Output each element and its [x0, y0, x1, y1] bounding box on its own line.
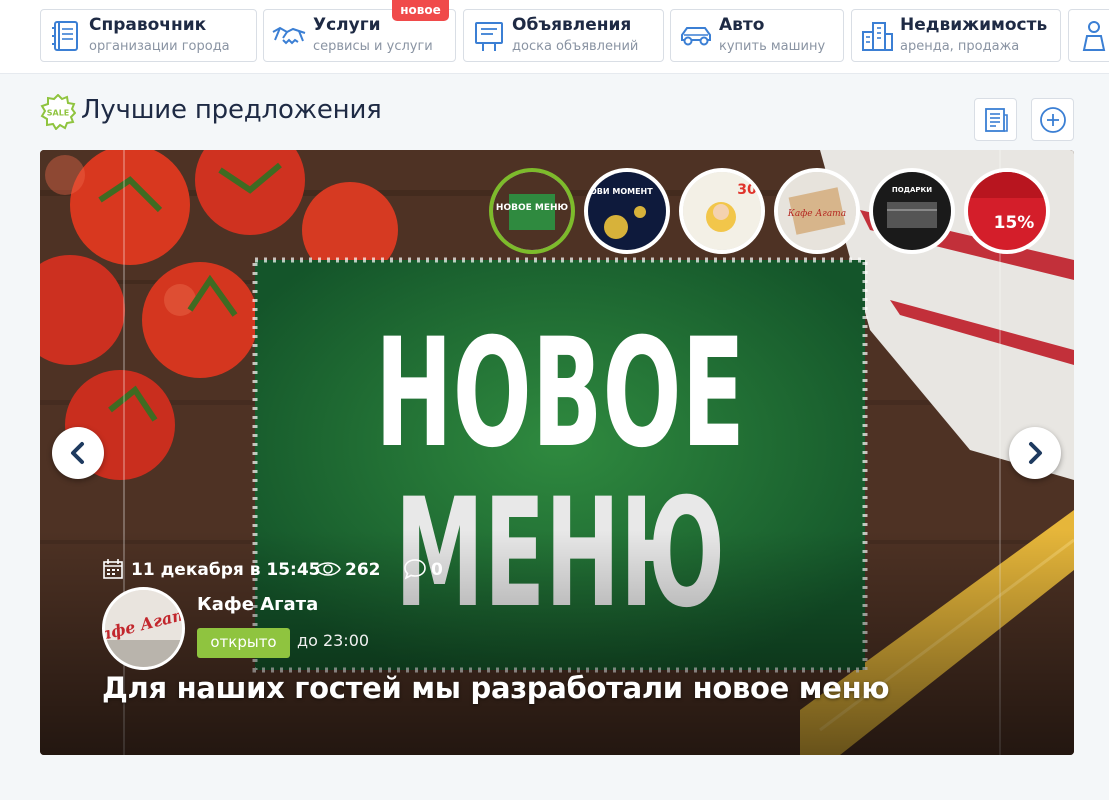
- plus-circle-icon: [1040, 107, 1066, 133]
- category-auto[interactable]: Авто купить машину: [670, 9, 844, 62]
- org-avatar[interactable]: Кафе Агата: [102, 587, 185, 670]
- category-subtitle: доска объявлений: [512, 39, 639, 54]
- story-thumbnail: НОВИ МОМЕНТ: [588, 172, 666, 250]
- category-subtitle: купить машину: [719, 39, 826, 54]
- org-name[interactable]: Кафе Агата: [197, 594, 318, 615]
- category-next-partial[interactable]: [1068, 9, 1109, 62]
- story-new-menu[interactable]: НОВОЕ МЕНЮ: [489, 168, 575, 254]
- org-logo: Кафе Агата: [105, 590, 182, 667]
- post-views: 262: [315, 558, 385, 582]
- comments-count: 0: [431, 560, 443, 580]
- story-label: НОВИ МОМЕНТ: [588, 187, 653, 196]
- notebook-icon: [52, 21, 78, 51]
- post-comments: 0: [403, 558, 453, 582]
- category-subtitle: организации города: [89, 39, 230, 54]
- comment-icon: [404, 559, 426, 580]
- section-title: Лучшие предложения: [81, 95, 382, 125]
- story-thumbnail: 15%: [968, 172, 1046, 250]
- offer-headline[interactable]: Для наших гостей мы разработали новое ме…: [102, 671, 890, 705]
- category-title: Справочник: [89, 15, 207, 35]
- catalog-button[interactable]: [974, 98, 1017, 141]
- story-promo-moment[interactable]: НОВИ МОМЕНТ: [584, 168, 670, 254]
- calendar-icon: [103, 559, 123, 579]
- next-slide-button[interactable]: [1009, 427, 1061, 479]
- handshake-icon: [272, 26, 306, 45]
- story-thumbnail: НОВОЕ МЕНЮ: [493, 172, 571, 250]
- story-cafe-agata[interactable]: Кафе Агата: [774, 168, 860, 254]
- category-directory[interactable]: Справочник организации города: [40, 9, 257, 62]
- chevron-right-icon: [1029, 442, 1042, 464]
- story-label: ПОДАРКИ: [892, 186, 932, 194]
- service-person-icon: [1082, 21, 1106, 51]
- promo-banner[interactable]: НОВОЕ МЕНЮ НОВОЕ МЕНЮ НОВИ МОМЕНТ 30: [40, 150, 1074, 755]
- category-classifieds[interactable]: Объявления доска объявлений: [463, 9, 664, 62]
- category-title: Услуги: [313, 15, 381, 35]
- category-title: Недвижимость: [900, 15, 1048, 35]
- newspaper-icon: [985, 108, 1008, 132]
- sale-badge-icon: SALE: [40, 94, 76, 130]
- post-date: 11 декабря в 15:45: [102, 558, 321, 582]
- category-bar: Справочник организации города Услуги сер…: [0, 0, 1109, 74]
- story-thumbnail: ПОДАРКИ: [873, 172, 951, 250]
- story-thumbnail: Кафе Агата: [778, 172, 856, 250]
- status-badge: открыто: [197, 628, 290, 658]
- story-birthday-discount[interactable]: 15%: [964, 168, 1050, 254]
- story-label: НОВОЕ МЕНЮ: [496, 203, 569, 213]
- category-subtitle: аренда, продажа: [900, 39, 1020, 54]
- category-subtitle: сервисы и услуги: [313, 39, 433, 54]
- add-offer-button[interactable]: [1031, 98, 1074, 141]
- new-badge: новое: [392, 0, 449, 21]
- opening-hours: до 23:00: [297, 631, 370, 650]
- views-count: 262: [345, 560, 381, 580]
- story-label: Кафе Агата: [787, 209, 846, 219]
- sale-badge-text: SALE: [47, 109, 70, 118]
- post-date-text: 11 декабря в 15:45: [131, 560, 321, 580]
- story-thumbnail: 30: [683, 172, 761, 250]
- category-title: Авто: [719, 15, 765, 35]
- category-real-estate[interactable]: Недвижимость аренда, продажа: [851, 9, 1061, 62]
- eye-icon: [315, 562, 341, 576]
- story-label: 30: [737, 182, 757, 198]
- story-label: 15%: [994, 213, 1035, 233]
- chevron-left-icon: [71, 442, 84, 464]
- story-gifts[interactable]: ПОДАРКИ: [869, 168, 955, 254]
- banner-image-text-line1: НОВОЕ: [375, 307, 745, 481]
- billboard-icon: [475, 22, 503, 51]
- car-icon: [681, 27, 711, 46]
- prev-slide-button[interactable]: [52, 427, 104, 479]
- buildings-icon: [862, 22, 893, 51]
- category-title: Объявления: [512, 15, 632, 35]
- story-discount-30[interactable]: 30: [679, 168, 765, 254]
